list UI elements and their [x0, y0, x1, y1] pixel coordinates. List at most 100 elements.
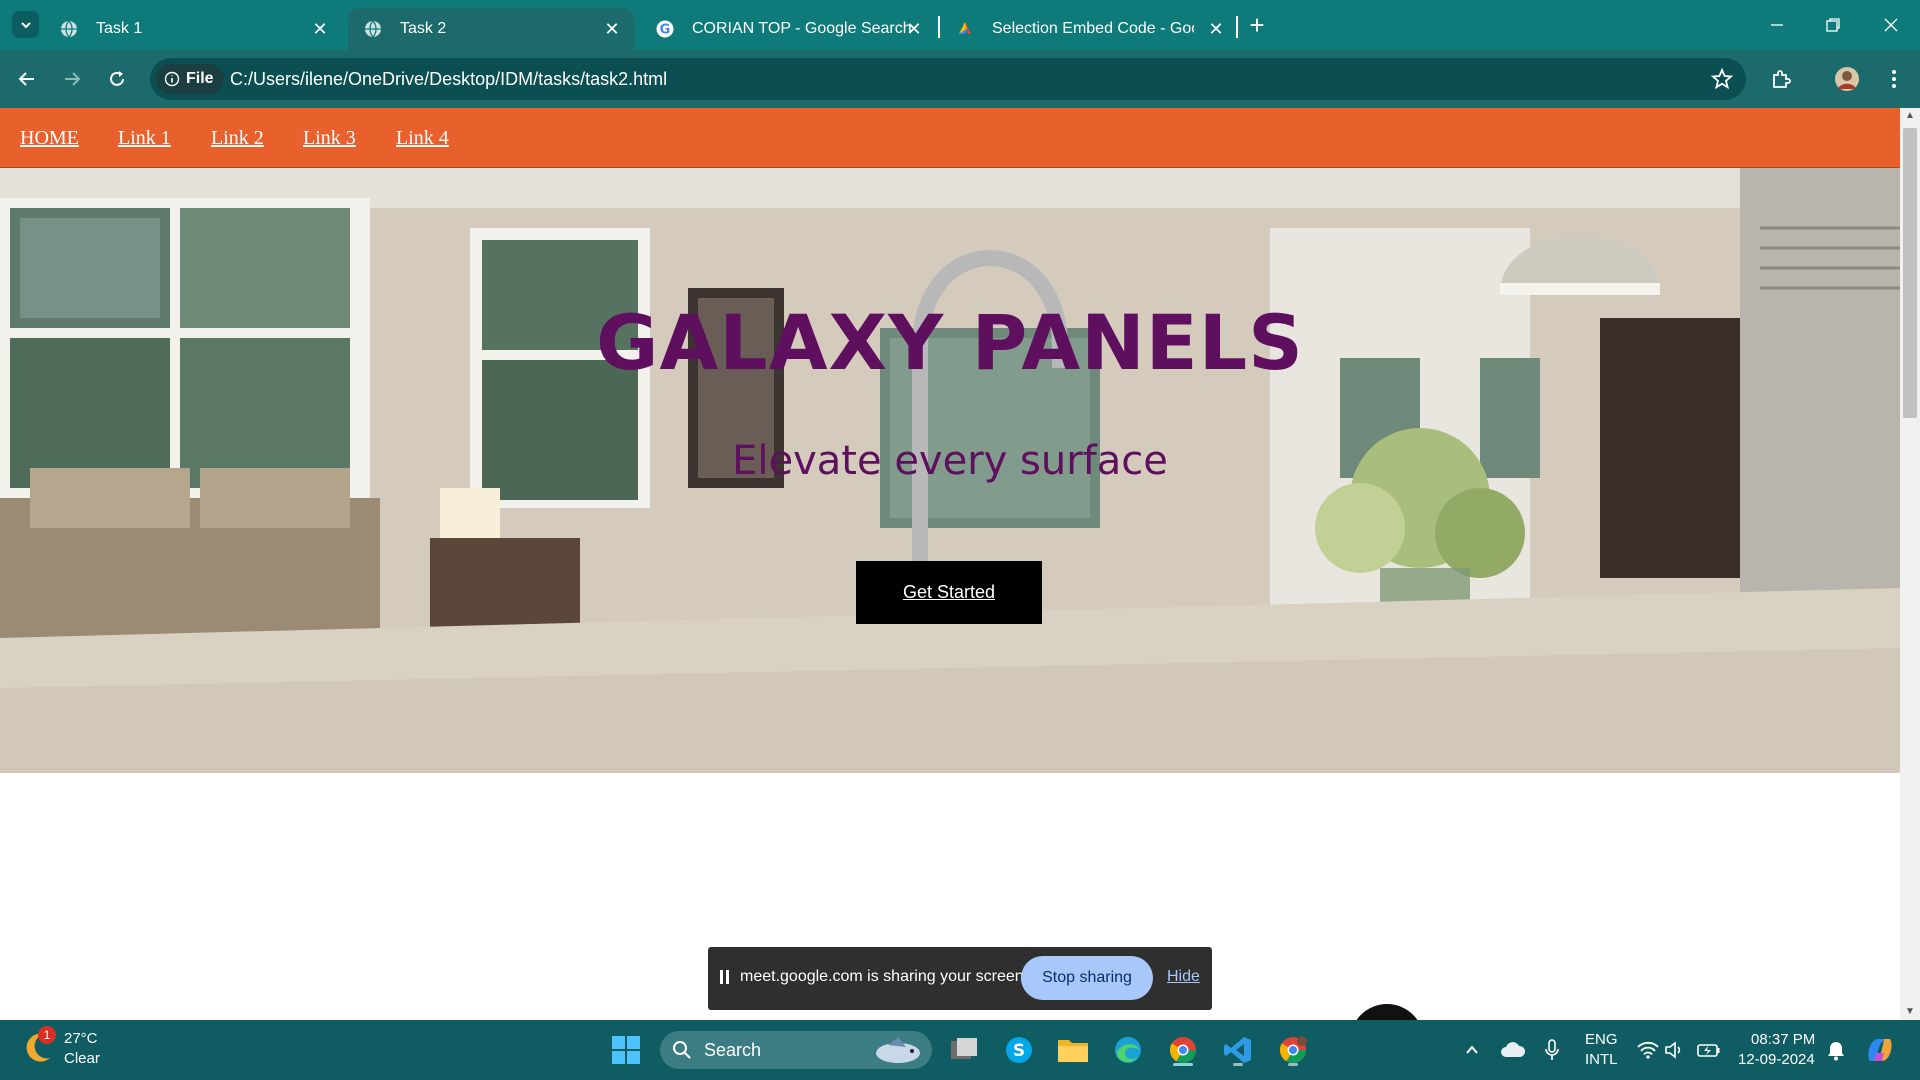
tab-task-2[interactable]: Task 2 ✕ [348, 8, 634, 50]
task-view-icon [951, 1038, 977, 1059]
forward-button[interactable] [58, 65, 86, 93]
info-icon [164, 71, 180, 87]
windows-icon [612, 1036, 640, 1064]
windows-taskbar: 1 27°C Clear Search S ENG INTL 08:37 PM … [0, 1020, 1920, 1080]
site-navigation-bar: HOME Link 1 Link 2 Link 3 Link 4 [0, 108, 1900, 168]
more-vertical-icon [1892, 70, 1896, 88]
nav-link-2[interactable]: Link 2 [211, 127, 264, 150]
vscode-button[interactable] [1220, 1032, 1256, 1068]
restore-icon [1826, 18, 1840, 32]
folder-icon [1058, 1040, 1088, 1062]
reload-button[interactable] [103, 65, 131, 93]
copilot-button[interactable] [1862, 1032, 1898, 1068]
globe-icon [365, 20, 381, 38]
weather-condition[interactable]: Clear [64, 1050, 100, 1067]
running-indicator [1233, 1063, 1243, 1066]
notification-settings-icon [1828, 1042, 1844, 1061]
keyboard-layout[interactable]: INTL [1585, 1051, 1618, 1068]
chevron-down-icon [20, 21, 31, 28]
active-indicator [1173, 1063, 1193, 1066]
chrome-profile-button[interactable] [1275, 1032, 1311, 1068]
search-icon [673, 1041, 691, 1059]
close-icon[interactable]: ✕ [602, 19, 622, 39]
notifications-button[interactable] [1818, 1032, 1854, 1068]
tab-title: Task 1 [96, 20, 143, 37]
chrome-button-active[interactable] [1165, 1032, 1201, 1068]
clock-date[interactable]: 12-09-2024 [1738, 1051, 1815, 1068]
restore-button[interactable] [1818, 10, 1848, 40]
new-tab-button[interactable]: + [1244, 12, 1270, 38]
stop-sharing-button[interactable]: Stop sharing [1021, 956, 1153, 1000]
hero-title: GALAXY PANELS [596, 298, 1304, 387]
share-message: meet.google.com is sharing your screen. [740, 968, 1029, 985]
task-view-button[interactable] [946, 1032, 982, 1068]
profile-avatar[interactable] [1833, 65, 1861, 93]
search-highlight-icon [876, 1037, 920, 1063]
svg-text:G: G [660, 23, 671, 38]
tab-corian-search[interactable]: G CORIAN TOP - Google Search ✕ [640, 8, 936, 50]
tab-title: CORIAN TOP - Google Search [692, 20, 912, 37]
arrow-right-icon [65, 72, 81, 86]
minimize-button[interactable] [1762, 10, 1792, 40]
speaker-icon [1665, 1041, 1681, 1059]
browser-toolbar: File C:/Users/ilene/OneDrive/Desktop/IDM… [0, 50, 1920, 108]
tab-search-button[interactable] [12, 11, 39, 38]
nav-link-1[interactable]: Link 1 [118, 127, 171, 150]
svg-text:S: S [1013, 1041, 1025, 1061]
avatar-icon [1835, 67, 1859, 91]
microphone-icon [1545, 1039, 1559, 1060]
tab-selection-embed[interactable]: Selection Embed Code - Googl ✕ [940, 8, 1238, 50]
reload-icon [110, 71, 124, 86]
address-bar[interactable]: File C:/Users/ilene/OneDrive/Desktop/IDM… [150, 58, 1746, 100]
site-info-chip[interactable]: File [156, 64, 224, 94]
back-button[interactable] [13, 65, 41, 93]
skype-button[interactable]: S [1001, 1032, 1037, 1068]
scroll-down-icon[interactable]: ▼ [1904, 1006, 1916, 1018]
browser-menu-button[interactable] [1880, 65, 1908, 93]
microphone-button[interactable] [1534, 1032, 1570, 1068]
onedrive-button[interactable] [1495, 1032, 1531, 1068]
language-indicator[interactable]: ENG [1585, 1031, 1618, 1048]
minimize-icon [1771, 24, 1783, 26]
close-window-button[interactable] [1876, 10, 1906, 40]
volume-button[interactable] [1656, 1032, 1692, 1068]
chevron-up-icon [1466, 1045, 1478, 1054]
tab-title: Task 2 [400, 20, 447, 37]
scroll-thumb[interactable] [1903, 128, 1917, 418]
tab-task-1[interactable]: Task 1 ✕ [44, 8, 342, 50]
running-indicator [1288, 1063, 1298, 1066]
clock-time[interactable]: 08:37 PM [1751, 1031, 1815, 1048]
extensions-button[interactable] [1767, 65, 1795, 93]
weather-notification-badge: 1 [38, 1026, 56, 1044]
hero-subtitle: Elevate every surface [732, 438, 1168, 484]
taskbar-search[interactable]: Search [660, 1031, 932, 1069]
file-explorer-button[interactable] [1055, 1032, 1091, 1068]
close-icon [1884, 18, 1898, 32]
nav-link-home[interactable]: HOME [20, 127, 79, 150]
page-scrollbar[interactable]: ▲ ▼ [1900, 108, 1920, 1020]
copilot-icon [1868, 1039, 1892, 1061]
vscode-icon [1224, 1037, 1251, 1063]
browser-tab-strip: Task 1 ✕ Task 2 ✕ G CORIAN TOP - Google … [0, 0, 1920, 50]
file-chip-label: File [186, 70, 214, 87]
tab-separator [1236, 16, 1238, 38]
hide-banner-link[interactable]: Hide [1167, 968, 1200, 986]
close-icon[interactable]: ✕ [904, 19, 924, 39]
start-button[interactable] [608, 1032, 644, 1068]
weather-temperature[interactable]: 27°C [64, 1030, 98, 1047]
google-icon: G [656, 20, 674, 38]
bookmark-star-icon[interactable] [1710, 67, 1734, 91]
battery-button[interactable] [1691, 1032, 1727, 1068]
nav-link-3[interactable]: Link 3 [303, 127, 356, 150]
edge-button[interactable] [1110, 1032, 1146, 1068]
cloud-icon [1501, 1042, 1526, 1057]
chrome-icon [1169, 1037, 1197, 1064]
close-icon[interactable]: ✕ [310, 19, 330, 39]
get-started-button[interactable]: Get Started [856, 561, 1042, 624]
url-text[interactable]: C:/Users/ilene/OneDrive/Desktop/IDM/task… [230, 69, 667, 90]
globe-icon [61, 20, 77, 38]
nav-link-4[interactable]: Link 4 [396, 127, 449, 150]
close-icon[interactable]: ✕ [1206, 19, 1226, 39]
scroll-up-icon[interactable]: ▲ [1904, 110, 1916, 122]
tray-overflow-button[interactable] [1454, 1032, 1490, 1068]
